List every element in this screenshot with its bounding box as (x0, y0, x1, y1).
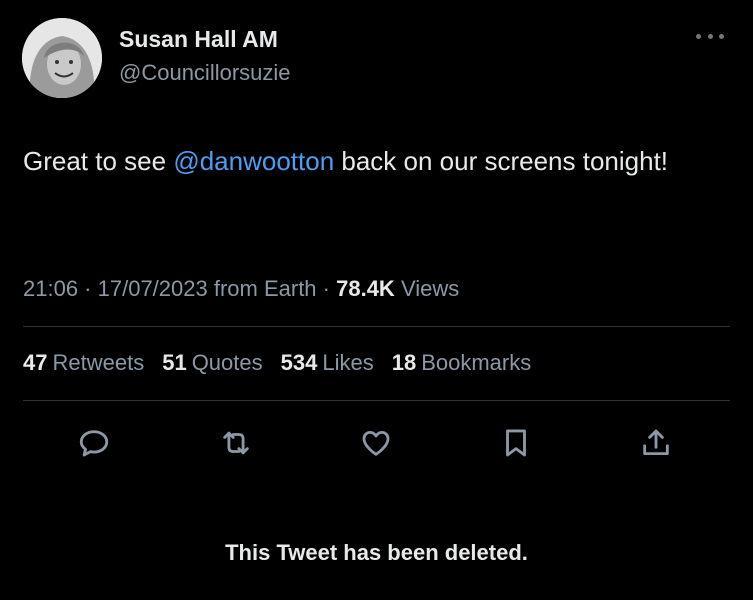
retweets-label: Retweets (52, 350, 145, 375)
divider (23, 326, 730, 327)
display-name[interactable]: Susan Hall AM (119, 26, 278, 53)
tweet-text-after: back on our screens tonight! (334, 146, 669, 176)
reply-button[interactable] (74, 423, 114, 463)
divider (23, 400, 730, 401)
tweet-text-before: Great to see (23, 146, 174, 176)
reply-icon (79, 430, 109, 457)
retweets-count: 47 (23, 350, 48, 375)
likes-stat[interactable]: 534 Likes (281, 350, 374, 376)
retweet-button[interactable] (216, 423, 256, 463)
user-handle[interactable]: @Councillorsuzie (119, 60, 291, 86)
more-dot (719, 33, 724, 39)
quotes-label: Quotes (191, 350, 263, 375)
bookmark-icon (506, 429, 526, 457)
quotes-count: 51 (162, 350, 187, 375)
likes-label: Likes (322, 350, 374, 375)
engagement-stats: 47 Retweets 51 Quotes 534 Likes 18 Bookmarks (23, 350, 531, 376)
views-label: Views (394, 276, 460, 301)
tweet-time[interactable]: 21:06 (23, 276, 78, 301)
like-button[interactable] (356, 423, 396, 463)
quotes-stat[interactable]: 51 Quotes (162, 350, 262, 376)
more-dot (707, 33, 713, 39)
retweets-stat[interactable]: 47 Retweets (23, 350, 144, 376)
more-options-icon[interactable] (696, 28, 724, 44)
like-icon (362, 430, 390, 456)
bookmarks-stat[interactable]: 18 Bookmarks (392, 350, 532, 376)
bookmark-button[interactable] (496, 423, 536, 463)
tweet-meta: 21:06 · 17/07/2023 from Earth · 78.4K Vi… (23, 276, 459, 302)
retweet-icon (223, 431, 249, 455)
likes-count: 534 (280, 350, 318, 375)
meta-separator: · (78, 276, 98, 301)
deleted-notice: This Tweet has been deleted. (225, 540, 528, 565)
tweet-source: from Earth (207, 276, 317, 301)
views-count[interactable]: 78.4K (336, 276, 395, 301)
tweet-text: Great to see @danwootton back on our scr… (23, 142, 723, 180)
share-button[interactable] (636, 423, 676, 463)
avatar[interactable] (22, 18, 102, 98)
profile-photo (22, 18, 102, 98)
bookmarks-count: 18 (391, 350, 417, 375)
bookmarks-label: Bookmarks (421, 350, 532, 375)
more-dot (696, 33, 701, 39)
mention-link[interactable]: @danwootton (173, 146, 334, 176)
share-icon (643, 429, 669, 456)
tweet-date[interactable]: 17/07/2023 (98, 276, 208, 301)
meta-separator: · (316, 276, 337, 301)
